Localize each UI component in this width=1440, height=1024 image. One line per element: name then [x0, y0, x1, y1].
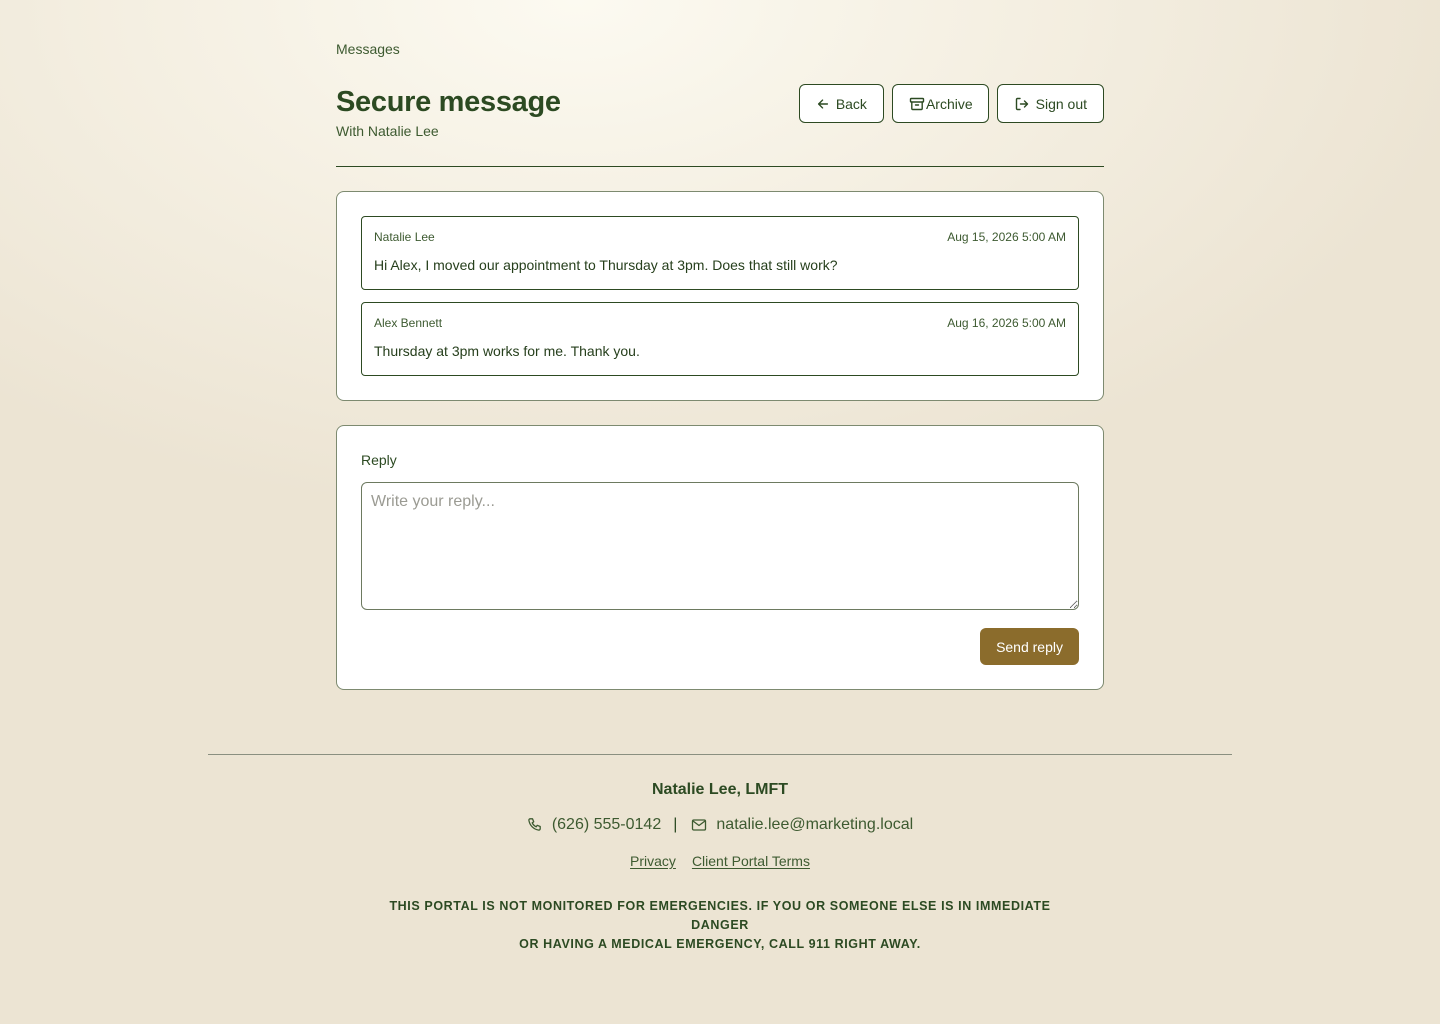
email-link[interactable]: natalie.lee@marketing.local	[716, 816, 913, 834]
back-button-label: Back	[835, 95, 867, 112]
archive-button[interactable]: Archive	[891, 84, 989, 123]
message-sender: Alex Bennett	[374, 316, 443, 330]
mail-icon	[691, 817, 707, 833]
message-body: Hi Alex, I moved our appointment to Thur…	[374, 257, 838, 273]
message-timestamp: Aug 15, 2026 5:00 AM	[947, 230, 1066, 244]
privacy-link[interactable]: Privacy	[630, 853, 676, 869]
reply-label: Reply	[361, 452, 397, 468]
reply-textarea[interactable]	[361, 482, 1079, 610]
sign-out-button-label: Sign out	[1035, 95, 1087, 112]
archive-button-label: Archive	[925, 95, 973, 112]
header-actions: Back Archive Sign out	[798, 84, 1104, 123]
disclaimer-line: THIS PORTAL IS NOT MONITORED FOR EMERGEN…	[389, 899, 1051, 932]
phone-link[interactable]: (626) 555-0142	[552, 816, 661, 834]
sign-out-icon	[1014, 96, 1030, 112]
emergency-disclaimer: THIS PORTAL IS NOT MONITORED FOR EMERGEN…	[360, 897, 1080, 954]
disclaimer-line: OR HAVING A MEDICAL EMERGENCY, CALL 911 …	[519, 937, 921, 951]
message-body: Thursday at 3pm works for me. Thank you.	[374, 343, 640, 359]
footer-links: Privacy Client Portal Terms	[0, 853, 1440, 869]
message-timestamp: Aug 16, 2026 5:00 AM	[947, 316, 1066, 330]
phone-icon	[527, 817, 543, 833]
footer-divider	[208, 754, 1232, 755]
reply-panel: Reply Send reply	[336, 425, 1104, 690]
message-item: Natalie Lee Aug 15, 2026 5:00 AM Hi Alex…	[361, 216, 1079, 290]
arrow-left-icon	[816, 97, 830, 111]
header-divider	[336, 166, 1104, 167]
contact-separator: |	[673, 816, 678, 833]
message-thread: Natalie Lee Aug 15, 2026 5:00 AM Hi Alex…	[336, 191, 1104, 401]
contact-info: (626) 555-0142 | natalie.lee@marketing.l…	[0, 816, 1440, 834]
page-subtitle: With Natalie Lee	[336, 123, 439, 139]
archive-box-icon	[909, 96, 925, 112]
therapist-name: Natalie Lee, LMFT	[651, 781, 789, 798]
terms-link[interactable]: Client Portal Terms	[692, 853, 810, 869]
breadcrumb-messages[interactable]: Messages	[336, 41, 400, 57]
page-title: Secure message	[336, 86, 561, 118]
send-reply-button[interactable]: Send reply	[980, 628, 1079, 665]
sign-out-button[interactable]: Sign out	[996, 84, 1104, 123]
message-item: Alex Bennett Aug 16, 2026 5:00 AM Thursd…	[361, 302, 1079, 376]
message-sender: Natalie Lee	[374, 230, 435, 244]
back-button[interactable]: Back	[798, 84, 884, 123]
